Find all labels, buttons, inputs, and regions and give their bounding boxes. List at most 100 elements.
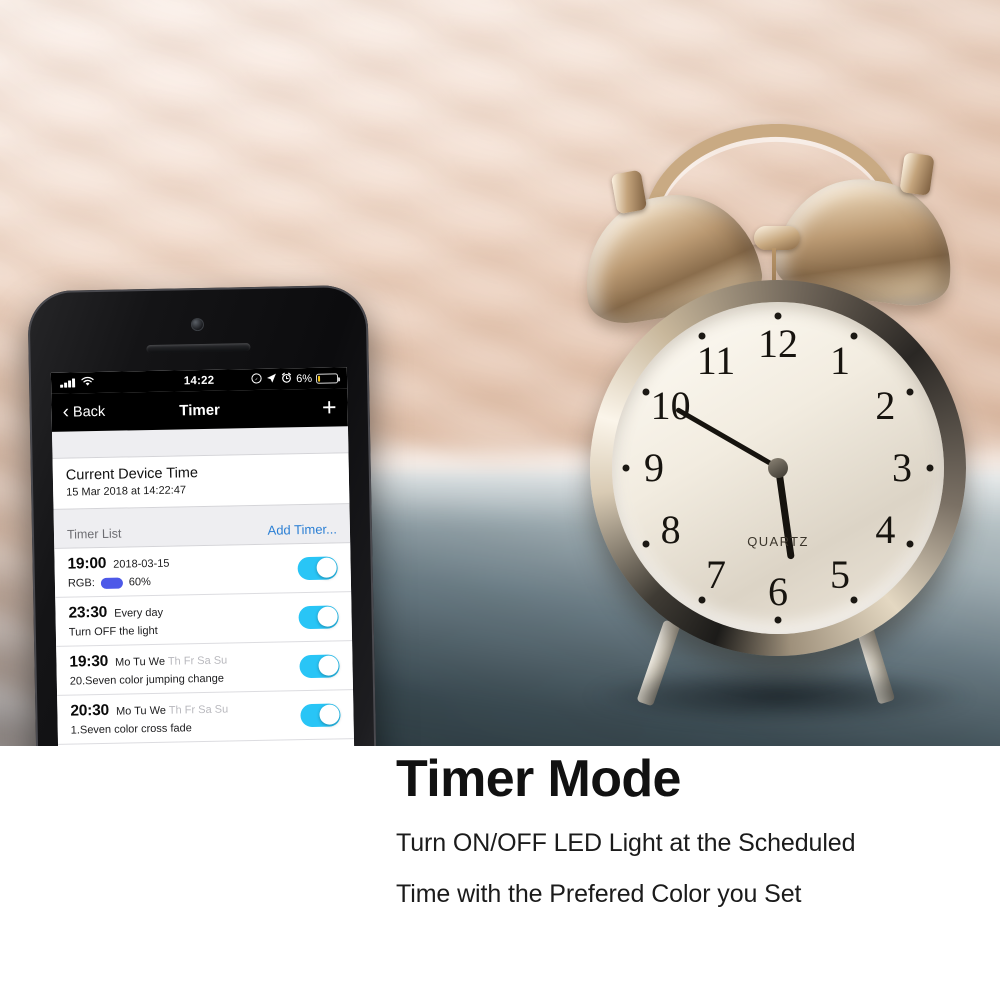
alarm-clock-icon — [281, 372, 292, 386]
clock-numeral: 12 — [758, 321, 798, 366]
clock-hammer — [754, 226, 800, 250]
timer-description: 20.Seven color jumping change — [69, 672, 225, 688]
product-photo-band: 12 1 2 3 4 5 6 7 8 9 10 11 QUARTZ 14:22 … — [0, 0, 1000, 746]
timer-time: 23:30 — [68, 603, 108, 622]
timer-time: 19:00 — [67, 554, 107, 573]
clock-numeral: 6 — [768, 569, 788, 614]
timer-row-secondary-line: 1.Seven color cross fade — [71, 720, 293, 736]
battery-fill — [317, 375, 320, 382]
weekday-inactive: Sa — [195, 703, 212, 717]
clock-hand-cap — [768, 458, 788, 478]
timer-row[interactable]: 23:30 Every day Turn OFF the light — [55, 592, 353, 647]
weekday-active: Mo — [114, 656, 131, 669]
clock-tick-dot — [642, 540, 650, 548]
timer-description: 1.Seven color cross fade — [70, 722, 192, 737]
timer-enable-toggle[interactable] — [297, 555, 338, 580]
timer-row-content: 19:30 Mo Tu We Th Fr Sa Su 20.Seven color … — [69, 649, 292, 688]
timer-description: Turn OFF the light — [68, 624, 158, 639]
screen-content: Current Device Time 15 Mar 2018 at 14:22… — [52, 426, 357, 746]
clock-tick-dot — [622, 464, 630, 472]
clock-tick-dot — [698, 596, 706, 604]
clock-numeral: 10 — [650, 383, 691, 428]
clock-numeral: 5 — [830, 552, 850, 598]
toggle-knob — [317, 655, 339, 676]
weekday-inactive: Su — [210, 654, 228, 667]
status-bar-right-group: 6% — [251, 371, 339, 387]
clock-bezel: 12 1 2 3 4 5 6 7 8 9 10 11 QUARTZ — [612, 302, 944, 634]
timer-row[interactable]: 20:30 Mo Tu We Th Fr Sa Su 1.Seven color c… — [57, 690, 354, 745]
toggle-knob — [316, 606, 338, 627]
timer-row[interactable]: 19:00 2018-03-15 RGB: 60% — [54, 543, 352, 598]
clock-numeral: 1 — [830, 337, 850, 383]
clock-face: 12 1 2 3 4 5 6 7 8 9 10 11 QUARTZ — [612, 302, 944, 634]
timer-weekday-selector: Mo Tu We Th Fr Sa Su — [115, 651, 227, 671]
rgb-label: RGB: — [67, 577, 95, 590]
timer-weekday-selector: Mo Tu We Th Fr Sa Su — [116, 700, 228, 720]
timer-row-primary-line: 19:00 2018-03-15 — [67, 551, 289, 573]
add-timer-link[interactable]: Add Timer... — [267, 521, 337, 537]
clock-numeral: 2 — [875, 383, 896, 428]
page-title: Timer — [179, 401, 221, 419]
timer-enable-toggle[interactable] — [300, 702, 341, 727]
weekday-inactive: Sa — [194, 654, 211, 668]
navigation-bar: ‹ Back Timer + — [51, 388, 348, 432]
clock-tick-dot — [850, 596, 858, 604]
timer-time: 19:30 — [69, 652, 109, 671]
clock-numeral: 4 — [875, 507, 896, 552]
battery-low-icon — [315, 372, 339, 384]
current-device-time-label: Current Device Time — [65, 465, 199, 484]
clock-bell-nut-left — [610, 169, 648, 215]
weekday-inactive: Th — [165, 704, 182, 717]
timer-list: 19:00 2018-03-15 RGB: 60% 23:30 Every day Turn… — [54, 542, 355, 746]
timer-row[interactable]: 19:30 Mo Tu We Th Fr Sa Su 20.Seven color … — [56, 641, 354, 696]
clock-numeral: 11 — [696, 337, 736, 383]
clock-bell-nut-right — [899, 152, 935, 196]
timer-row-secondary-line: Turn OFF the light — [68, 622, 291, 639]
timer-row-primary-line: 23:30 Every day — [68, 600, 290, 622]
clock-tick-dot — [642, 388, 650, 396]
current-device-time-card: Current Device Time 15 Mar 2018 at 14:22… — [52, 452, 350, 510]
clock-numeral: 7 — [706, 552, 726, 598]
timer-time: 20:30 — [70, 701, 110, 720]
timer-enable-toggle[interactable] — [299, 653, 340, 678]
timer-row-content: 23:30 Every day Turn OFF the light — [68, 600, 291, 639]
plus-icon[interactable]: + — [322, 393, 337, 421]
timer-row-primary-line: 19:30 Mo Tu We Th Fr Sa Su — [69, 649, 291, 671]
timer-schedule: 2018-03-15 — [113, 557, 170, 571]
clock-numeral: 8 — [660, 507, 681, 552]
timer-row-content: 20:30 Mo Tu We Th Fr Sa Su 1.Seven color c… — [70, 698, 293, 737]
timer-row-secondary-line: 20.Seven color jumping change — [69, 671, 292, 688]
weekday-active: We — [146, 704, 167, 718]
weekday-inactive: Fr — [180, 655, 195, 668]
do-not-disturb-icon — [251, 372, 262, 386]
alarm-clock: 12 1 2 3 4 5 6 7 8 9 10 11 QUARTZ — [566, 119, 986, 724]
clock-brand-label: QUARTZ — [747, 534, 809, 550]
weekday-inactive: Fr — [181, 704, 196, 717]
clock-numeral: 3 — [892, 445, 912, 490]
weekday-active: We — [145, 655, 166, 669]
marketing-copy: Timer Mode Turn ON/OFF LED Light at the … — [396, 752, 996, 909]
toggle-knob — [315, 557, 337, 578]
smartphone-mockup: 14:22 6% ‹ Back Timer + Current Device T… — [27, 284, 381, 746]
marketing-headline: Timer Mode — [396, 750, 681, 808]
clock-tick-dot — [774, 616, 782, 624]
timer-schedule: Every day — [114, 606, 164, 620]
clock-tick-dot — [906, 540, 914, 548]
timer-enable-toggle[interactable] — [298, 604, 339, 629]
weekday-inactive: Th — [164, 655, 181, 668]
weekday-inactive: Su — [211, 703, 229, 716]
weekday-active: Tu — [131, 705, 147, 718]
clock-tick-dot — [850, 332, 858, 340]
clock-numeral: 9 — [644, 445, 664, 490]
clock-tick-dot — [926, 464, 934, 472]
toggle-knob — [318, 704, 340, 725]
timer-list-header: Timer List Add Timer... — [54, 504, 351, 548]
timer-row-secondary-line: RGB: 60% — [67, 573, 290, 590]
clock-tick-dot — [906, 388, 914, 396]
timer-list-label: Timer List — [66, 526, 122, 542]
brightness-value: 60% — [128, 576, 151, 589]
rgb-color-swatch — [100, 577, 123, 589]
phone-screen: 14:22 6% ‹ Back Timer + Current Device T… — [50, 367, 357, 746]
current-device-time-value: 15 Mar 2018 at 14:22:47 — [66, 484, 187, 499]
clock-shadow — [586, 668, 974, 724]
